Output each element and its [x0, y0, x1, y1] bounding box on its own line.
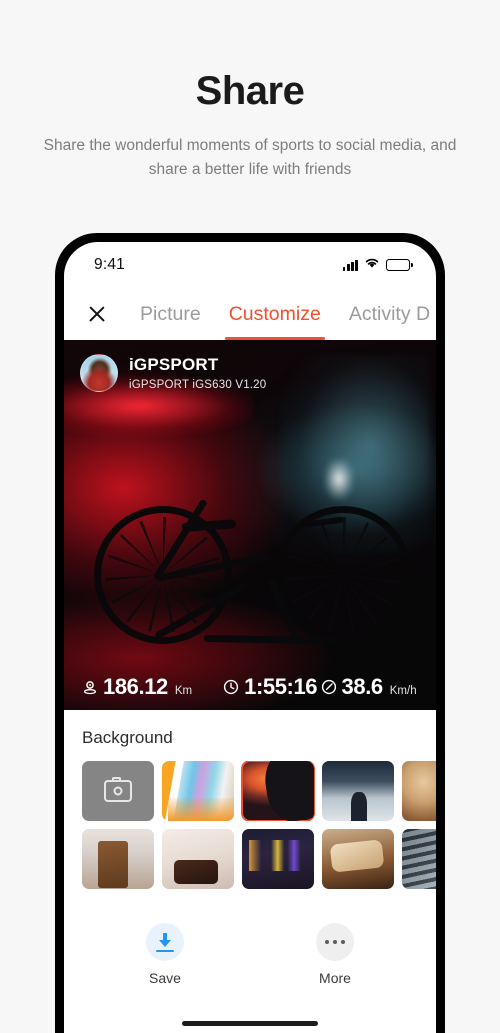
background-thumbnail-row-1	[64, 761, 436, 821]
avatar	[80, 354, 118, 392]
status-icons	[342, 256, 413, 274]
stat-duration-value: 1:55:16	[244, 674, 318, 699]
stat-distance-value: 186.12	[103, 674, 168, 699]
speedometer-icon	[321, 679, 337, 695]
thumb-neon-bar[interactable]	[162, 761, 234, 821]
user-name: iGPSPORT	[129, 355, 219, 375]
home-indicator[interactable]	[182, 1020, 318, 1026]
save-button-label: Save	[149, 970, 181, 986]
tab-picture-label: Picture	[140, 302, 201, 325]
share-card-user-header: iGPSPORT iGPSPORT iGS630 V1.20	[80, 354, 266, 392]
more-button-circle	[316, 923, 354, 961]
thumb-snowy-street[interactable]	[322, 761, 394, 821]
stat-speed-unit: Km/h	[389, 684, 417, 697]
close-icon[interactable]	[84, 301, 110, 327]
thumb-room-cabinet[interactable]	[82, 829, 154, 889]
page-header: Share Share the wonderful moments of spo…	[0, 0, 500, 182]
background-section: Background	[64, 710, 436, 889]
brand-watermark: iGPSPORT	[410, 340, 434, 350]
camera-placeholder[interactable]	[82, 761, 154, 821]
battery-icon	[386, 259, 413, 271]
share-preview-card[interactable]: iGPSPORT iGPSPORT iGS630 V1.20 iGPSPORT	[64, 340, 436, 710]
thumb-sunset-drive[interactable]	[241, 761, 315, 821]
tab-bar: Picture Customize Activity D	[64, 288, 436, 340]
background-thumbnail-row-2	[64, 829, 436, 889]
camera-icon	[104, 777, 132, 802]
cellular-signal-icon	[342, 259, 358, 271]
wifi-icon	[364, 256, 380, 274]
tab-customize[interactable]: Customize	[215, 288, 335, 340]
stat-speed-value: 38.6	[341, 674, 384, 699]
page-subtitle: Share the wonderful moments of sports to…	[43, 137, 457, 179]
thumb-night-bar[interactable]	[242, 829, 314, 889]
tab-customize-label: Customize	[228, 302, 321, 325]
more-button[interactable]: More	[316, 923, 354, 986]
tab-picture[interactable]: Picture	[126, 288, 215, 340]
thumb-plated-dish[interactable]	[162, 829, 234, 889]
status-time: 9:41	[94, 256, 125, 273]
bottom-action-bar: Save More	[64, 897, 436, 986]
download-icon	[156, 933, 174, 952]
stat-distance-unit: Km	[174, 684, 193, 697]
stat-duration: 1:55:16	[223, 676, 320, 698]
bicycle-silhouette	[86, 454, 416, 646]
save-button[interactable]: Save	[146, 923, 184, 986]
clock-icon	[223, 679, 239, 695]
activity-stats-bar: 186.12 Km 1:55:16 38.6 Km/h	[64, 676, 436, 698]
device-info: iGPSPORT iGS630 V1.20	[129, 378, 267, 391]
thumb-shelf[interactable]	[402, 829, 436, 889]
stat-speed: 38.6 Km/h	[321, 676, 418, 698]
ellipsis-icon	[325, 939, 345, 945]
thumb-food-closeup[interactable]	[402, 761, 436, 821]
save-button-circle	[146, 923, 184, 961]
phone-frame: 9:41 Picture Customize Activity D iGPSPO…	[55, 233, 445, 1033]
distance-pin-icon	[82, 679, 98, 695]
tab-activity-data[interactable]: Activity D	[335, 288, 436, 340]
stat-distance: 186.12 Km	[82, 676, 223, 698]
background-section-title: Background	[82, 728, 173, 747]
page-title: Share	[195, 69, 305, 113]
tab-activity-data-label: Activity D	[348, 302, 431, 325]
phone-screen: 9:41 Picture Customize Activity D iGPSPO…	[64, 242, 436, 1033]
thumb-bread-board[interactable]	[322, 829, 394, 889]
more-button-label: More	[319, 970, 351, 986]
status-bar: 9:41	[64, 242, 436, 288]
